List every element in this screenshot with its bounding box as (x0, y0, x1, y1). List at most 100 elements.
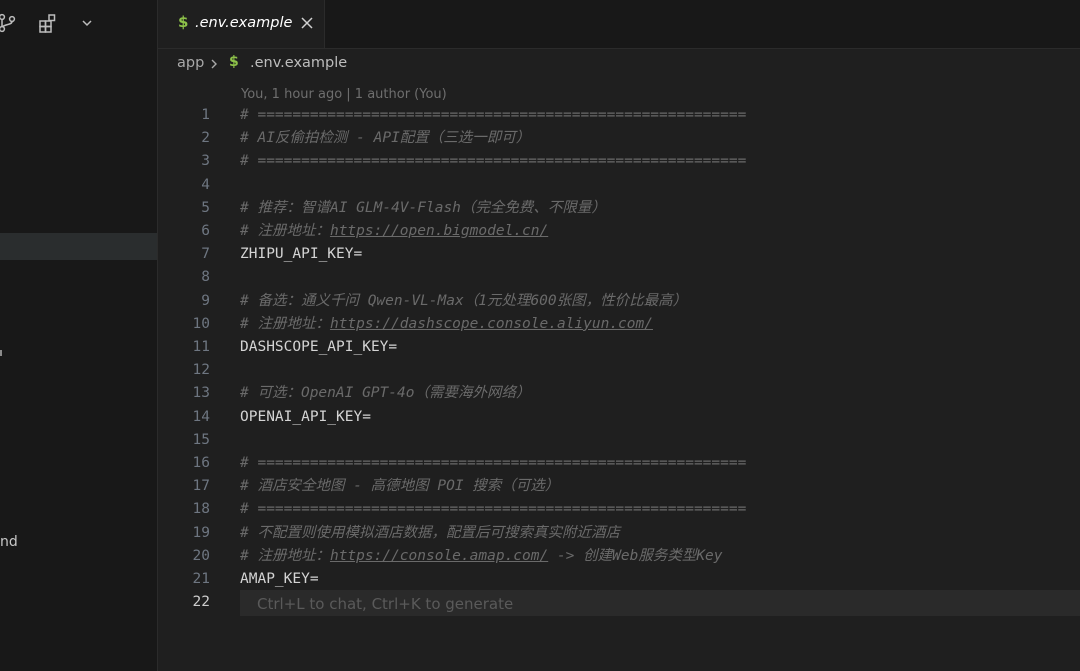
line-number: 20 (192, 547, 210, 564)
line-number: 3 (201, 153, 210, 170)
line-number: 16 (192, 455, 210, 471)
code-line[interactable]: 8 (158, 266, 1080, 289)
code-line[interactable]: 11 DASHSCOPE_API_KEY= (158, 336, 1080, 359)
code-segment: # 备选：通义千问 Qwen-VL-Max（1元处理600张图，性价比最高） (240, 292, 688, 309)
line-number: 7 (201, 246, 210, 263)
env-key: AMAP_KEY= (240, 568, 319, 591)
code-segment: # ======================================… (240, 455, 747, 471)
line-number: 10 (192, 315, 210, 332)
line-number: 9 (201, 292, 210, 309)
code-line[interactable]: 21 AMAP_KEY= (158, 568, 1080, 591)
code-segment: AMAP_KEY= (240, 571, 319, 587)
tab-env-example[interactable]: $ .env.example (158, 0, 325, 48)
code-segment: -> 创建Web服务类型Key (548, 547, 723, 564)
line-number: 1 (201, 107, 210, 123)
code-text: # 酒店安全地图 - 高德地图 POI 搜索（可选） (240, 475, 559, 498)
dollar-file-icon: $ (178, 13, 189, 31)
breadcrumb-file[interactable]: .env.example (250, 55, 347, 71)
code-segment: # 酒店安全地图 - 高德地图 POI 搜索（可选） (240, 478, 560, 495)
code-segment: # 注册地址： (240, 547, 330, 564)
code-text: # 注册地址：https://open.bigmodel.cn/ (240, 220, 548, 243)
code-text: # 备选：通义千问 Qwen-VL-Max（1元处理600张图，性价比最高） (240, 290, 687, 313)
line-number: 22 (192, 594, 210, 611)
code-line[interactable]: 20 # 注册地址：https://console.amap.com/ -> 创建… (158, 545, 1080, 568)
code-line[interactable]: 17 # 酒店安全地图 - 高德地图 POI 搜索（可选） (158, 475, 1080, 498)
code-segment: # 注册地址： (240, 223, 330, 239)
ai-hint-placeholder: Ctrl+L to chat, Ctrl+K to generate (257, 595, 514, 614)
code-segment: # ======================================… (240, 107, 747, 123)
code-segment: ZHIPU_API_KEY= (240, 246, 363, 263)
env-key: ZHIPU_API_KEY= (240, 243, 362, 266)
code-line[interactable]: 22 Ctrl+L to chat, Ctrl+K to generate (158, 590, 1080, 617)
line-number: 14 (192, 408, 210, 425)
tab-bar: $ .env.example (158, 0, 1080, 49)
code-line[interactable]: 10 # 注册地址：https://dashscope.console.aliyu… (158, 313, 1080, 336)
code-line[interactable]: 14 OPENAI_API_KEY= (158, 406, 1080, 429)
side-bar: nd (0, 0, 158, 671)
code-line[interactable]: 16 # ====================================… (158, 452, 1080, 475)
code-segment: # 推荐：智谱AI GLM-4V-Flash（完全免费、不限量） (240, 199, 606, 216)
line-number: 21 (192, 571, 210, 587)
code-line[interactable]: 9 # 备选：通义千问 Qwen-VL-Max（1元处理600张图，性价比最高） (158, 290, 1080, 313)
line-number: 18 (192, 501, 210, 518)
code-text: # ======================================… (240, 104, 746, 127)
sidebar-selected-row[interactable] (0, 233, 157, 260)
line-number: 2 (201, 130, 210, 147)
line-number: 15 (192, 431, 210, 448)
code-line[interactable]: 13 # 可选：OpenAI GPT-4o（需要海外网络） (158, 382, 1080, 405)
line-number: 19 (192, 524, 210, 541)
dollar-file-icon: $ (229, 54, 239, 70)
breadcrumb-folder[interactable]: app (177, 55, 204, 71)
code-line[interactable]: 19 # 不配置则使用模拟酒店数据，配置后可搜索真实附近酒店 (158, 522, 1080, 545)
code-segment: OPENAI_API_KEY= (240, 408, 371, 425)
url-link[interactable]: https://dashscope.console.aliyun.com/ (330, 316, 653, 332)
url-link[interactable]: https://console.amap.com/ (330, 548, 548, 564)
line-number: 11 (192, 339, 210, 355)
chevron-down-icon[interactable] (80, 12, 102, 34)
code-line[interactable]: 15 (158, 429, 1080, 452)
tab-label: .env.example (195, 15, 293, 31)
line-number: 6 (201, 223, 210, 239)
env-key: OPENAI_API_KEY= (240, 406, 371, 429)
code-text: # 推荐：智谱AI GLM-4V-Flash（完全免费、不限量） (240, 197, 606, 220)
code-segment: # AI反偷拍检测 - API配置（三选一即可） (240, 130, 531, 147)
code-text: # ======================================… (240, 498, 746, 521)
line-number: 4 (201, 176, 210, 193)
line-number: 17 (192, 478, 210, 495)
extensions-icon[interactable] (37, 12, 59, 34)
line-number: 13 (192, 385, 210, 402)
chevron-right-icon (208, 58, 220, 70)
code-text: # AI反偷拍检测 - API配置（三选一即可） (240, 127, 530, 150)
code-line[interactable]: 4 (158, 174, 1080, 197)
code-text: # 不配置则使用模拟酒店数据，配置后可搜索真实附近酒店 (240, 522, 620, 545)
code-line[interactable]: 7 ZHIPU_API_KEY= (158, 243, 1080, 266)
line-number: 5 (201, 199, 210, 216)
code-text: # 注册地址：https://console.amap.com/ -> 创建We… (240, 545, 723, 568)
code-segment: # 不配置则使用模拟酒店数据，配置后可搜索真实附近酒店 (240, 524, 620, 541)
code-segment: DASHSCOPE_API_KEY= (240, 339, 398, 355)
sidebar-marker (0, 350, 2, 356)
env-key: DASHSCOPE_API_KEY= (240, 336, 397, 359)
code-line[interactable]: 3 # =====================================… (158, 150, 1080, 173)
close-icon[interactable] (298, 14, 316, 32)
sidebar-item-fragment[interactable]: nd (0, 534, 18, 550)
code-line[interactable]: 18 # ====================================… (158, 498, 1080, 521)
url-link[interactable]: https://open.bigmodel.cn/ (330, 223, 548, 239)
code-line[interactable]: 2 # AI反偷拍检测 - API配置（三选一即可） (158, 127, 1080, 150)
code-text: # 注册地址：https://dashscope.console.aliyun.… (240, 313, 653, 336)
code-segment: # ======================================… (240, 501, 747, 518)
code-segment: # 可选：OpenAI GPT-4o（需要海外网络） (240, 385, 531, 402)
code-line[interactable]: 1 # =====================================… (158, 104, 1080, 127)
blame-annotation[interactable]: You, 1 hour ago | 1 author (You) (241, 87, 447, 102)
line-number: 12 (192, 362, 210, 379)
code-line[interactable]: 5 # 推荐：智谱AI GLM-4V-Flash（完全免费、不限量） (158, 197, 1080, 220)
code-text: # 可选：OpenAI GPT-4o（需要海外网络） (240, 382, 530, 405)
line-number: 8 (201, 269, 210, 286)
code-line[interactable]: 12 (158, 359, 1080, 382)
code-text: # ======================================… (240, 150, 746, 173)
code-text: # ======================================… (240, 452, 746, 475)
code-segment: # ======================================… (240, 153, 747, 170)
code-line[interactable]: 6 # 注册地址：https://open.bigmodel.cn/ (158, 220, 1080, 243)
code-segment: # 注册地址： (240, 315, 330, 332)
source-control-icon[interactable] (0, 12, 18, 34)
